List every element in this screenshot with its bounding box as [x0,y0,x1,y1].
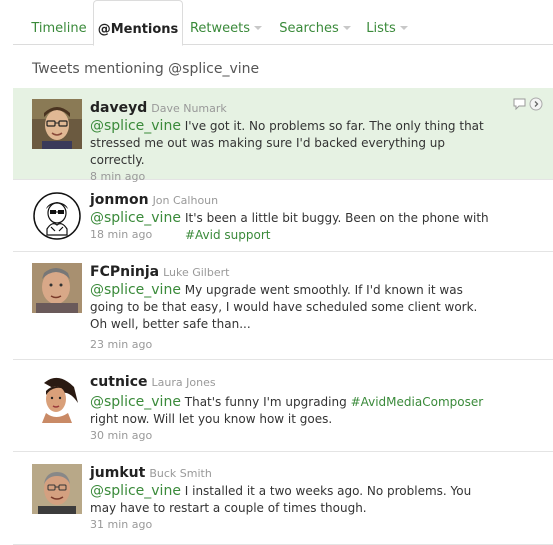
tweet-username[interactable]: cutnice [90,374,148,390]
tweet-username[interactable]: jumkut [90,465,145,481]
tweet-mention-link[interactable]: @splice_vine [90,118,181,134]
hashtag-link[interactable]: #AvidMediaComposer [351,395,484,409]
tweet-text: It's been a little bit buggy. Been on th… [185,211,489,225]
chevron-down-icon [342,25,351,30]
tweet-realname: Laura Jones [151,376,216,389]
tweet-username[interactable]: jonmon [90,192,149,208]
tweet-actions [512,97,543,111]
reply-icon[interactable] [512,97,526,111]
tab-retweets-label: Retweets [189,21,251,36]
avatar[interactable] [32,263,82,313]
tab-lists[interactable]: Lists [363,0,411,45]
tweet-realname: Dave Numark [151,102,227,115]
tweet-realname: Luke Gilbert [163,266,230,279]
chevron-right-icon[interactable] [529,97,543,111]
tweet-mention-link[interactable]: @splice_vine [90,483,181,499]
tweet-mention-link[interactable]: @splice_vine [90,394,181,410]
chevron-down-icon [399,25,408,30]
tweet-text: That's funny I'm upgrading [184,395,347,409]
tab-timeline-label: Timeline [31,21,87,36]
chevron-down-icon [254,25,263,30]
tweet-timestamp[interactable]: 30 min ago [90,429,497,442]
tweet-mention-link[interactable]: @splice_vine [90,282,181,298]
tweet-realname: Buck Smith [149,467,212,480]
tab-retweets[interactable]: Retweets [188,0,264,45]
tweet-username[interactable]: FCPninja [90,264,159,280]
tab-mentions[interactable]: @Mentions [93,0,183,46]
tweet-item[interactable]: jumkut Buck Smith @splice_vine I installe… [13,452,553,545]
tweet-realname: Jon Calhoun [152,194,219,207]
tab-searches-label: Searches [279,21,339,36]
tweet-timestamp[interactable]: 31 min ago [90,518,497,531]
avatar[interactable] [32,464,82,514]
avatar[interactable] [32,373,82,423]
tweet-username[interactable]: daveyd [90,100,147,116]
tab-lists-label: Lists [366,21,396,36]
tweet-timestamp[interactable]: 23 min ago [90,338,497,351]
tab-bar: Timeline @Mentions Retweets Searches Lis… [13,0,553,46]
tweet-item[interactable]: FCPninja Luke Gilbert @splice_vine My upg… [13,252,553,360]
tab-searches[interactable]: Searches [275,0,355,45]
tweet-item[interactable]: daveyd Dave Numark @splice_vine I've got … [13,88,553,183]
tweet-timestamp[interactable]: 18 min ago [90,228,185,244]
avatar[interactable] [32,99,82,149]
tweet-item[interactable]: jonmon Jon Calhoun @splice_vine It's been… [13,180,553,252]
tweet-item[interactable]: cutnice Laura Jones @splice_vine That's f… [13,360,553,452]
tab-timeline[interactable]: Timeline [21,0,97,45]
tweet-text-continued: right now. Will let you know how it goes… [90,412,333,426]
tab-mentions-label: @Mentions [97,21,179,37]
hashtag-link[interactable]: #Avid support [185,227,271,244]
avatar[interactable] [32,191,82,241]
tweet-mention-link[interactable]: @splice_vine [90,210,181,226]
page-subtitle: Tweets mentioning @splice_vine [32,61,260,77]
